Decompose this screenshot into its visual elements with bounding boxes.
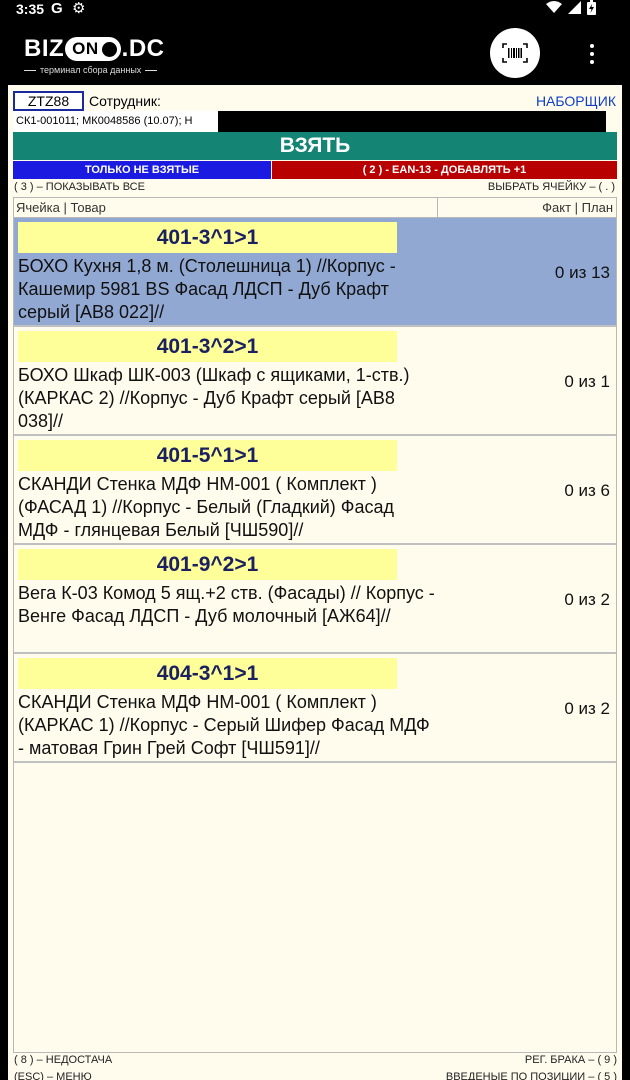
wifi-icon: [546, 1, 562, 13]
hint-shortage: ( 8 ) – НЕДОСТАЧА: [14, 1054, 113, 1066]
subtitle-dash-right: [145, 69, 158, 71]
logo-subtitle: терминал сбора данных: [24, 65, 158, 75]
barcode-scan-icon: [502, 43, 528, 63]
row-product-name: БОХО Шкаф ШК-003 (Шкаф с ящиками, 1-ств.…: [18, 365, 410, 431]
logo-dc: .DC: [121, 35, 165, 62]
row-qty: 0 из 1: [564, 372, 610, 391]
items-list[interactable]: 401-3^1>1 БОХО Кухня 1,8 м. (Столешница …: [13, 218, 617, 1053]
google-icon: G: [51, 0, 63, 17]
order-info-line: СК1-001011; МК0048586 (10.07); Н: [13, 111, 606, 132]
logo-biz: BIZ: [24, 35, 65, 62]
filter-row: ТОЛЬКО НЕ ВЗЯТЫЕ ( 2 ) - EAN-13 - ДОБАВЛ…: [13, 161, 617, 179]
hint-entered: ВВЕДЕНЫЕ ПО ПОЗИЦИИ – ( 5 ): [445, 1071, 617, 1080]
row-qty: 0 из 13: [554, 263, 610, 282]
toggle-dot-icon: [101, 41, 117, 57]
row-product-name: БОХО Кухня 1,8 м. (Столешница 1) //Корпу…: [18, 256, 396, 322]
table-row[interactable]: 401-3^2>1 БОХО Шкаф ШК-003 (Шкаф с ящика…: [14, 327, 616, 436]
hint-menu: (ESC) – МЕНЮ: [14, 1071, 92, 1080]
logo-on-toggle: ON: [65, 37, 121, 61]
row-cell-code: 401-5^1>1: [18, 440, 397, 471]
filter-ean-button[interactable]: ( 2 ) - EAN-13 - ДОБАВЛЯТЬ +1: [272, 161, 617, 179]
header-row: ZTZ88 Сотрудник: НАБОРЩИК: [13, 91, 617, 111]
column-cell-product: Ячейка | Товар: [14, 198, 438, 217]
row-cell-code: 401-3^2>1: [18, 331, 397, 362]
battery-icon: [587, 0, 596, 15]
row-cell-code: 401-3^1>1: [18, 222, 397, 253]
doc-code-field[interactable]: ZTZ88: [13, 91, 84, 111]
main-content: ZTZ88 Сотрудник: НАБОРЩИК СК1-001011; МК…: [8, 85, 622, 1080]
system-icons: [546, 0, 596, 15]
app-bar: BIZ ON .DC терминал сбора данных: [0, 18, 630, 85]
settings-gear-icon: ⚙: [72, 0, 86, 17]
row-product-name: СКАНДИ Стенка МДФ НМ-001 ( Комплект ) (Ф…: [18, 474, 395, 540]
row-product-name: Вега К-03 Комод 5 ящ.+2 ств. (Фасады) //…: [18, 583, 435, 626]
more-vert-icon[interactable]: [582, 39, 602, 69]
filter-only-not-taken-button[interactable]: ТОЛЬКО НЕ ВЗЯТЫЕ: [13, 161, 271, 179]
hint-choose-cell: ВЫБРАТЬ ЯЧЕЙКУ – ( . ): [487, 181, 615, 193]
employee-label: Сотрудник:: [89, 93, 161, 109]
row-cell-code: 401-9^2>1: [18, 549, 397, 580]
subtitle-dash-left: [24, 69, 36, 71]
app-logo: BIZ ON .DC: [24, 35, 165, 63]
table-row[interactable]: 401-3^1>1 БОХО Кухня 1,8 м. (Столешница …: [14, 218, 616, 327]
row-product-name: СКАНДИ Стенка МДФ НМ-001 ( Комплект ) (К…: [18, 692, 430, 758]
table-header: Ячейка | Товар Факт | План: [13, 197, 617, 218]
status-bar: 3:35 G ⚙: [0, 0, 630, 18]
row-qty: 0 из 2: [564, 590, 610, 609]
table-row[interactable]: 404-3^1>1 СКАНДИ Стенка МДФ НМ-001 ( Ком…: [14, 654, 616, 763]
barcode-scan-button[interactable]: [490, 28, 540, 78]
logo-on-text: ON: [72, 39, 99, 58]
row-qty: 0 из 2: [564, 699, 610, 718]
table-row[interactable]: 401-5^1>1 СКАНДИ Стенка МДФ НМ-001 ( Ком…: [14, 436, 616, 545]
role-link[interactable]: НАБОРЩИК: [536, 93, 616, 109]
row-cell-code: 404-3^1>1: [18, 658, 397, 689]
order-info-text: СК1-001011; МК0048586 (10.07); Н: [13, 111, 218, 132]
row-qty: 0 из 6: [564, 481, 610, 500]
column-fact-plan: Факт | План: [542, 200, 613, 215]
take-button[interactable]: ВЗЯТЬ: [13, 132, 617, 160]
table-row[interactable]: 401-9^2>1 Вега К-03 Комод 5 ящ.+2 ств. (…: [14, 545, 616, 654]
status-time: 3:35: [16, 1, 45, 17]
hint-defect: РЕГ. БРАКА – ( 9 ): [524, 1054, 617, 1066]
logo-subtitle-text: терминал сбора данных: [40, 65, 142, 75]
signal-icon: [568, 1, 581, 14]
hint-show-all: ( 3 ) – ПОКАЗЫВАТЬ ВСЕ: [14, 181, 145, 193]
